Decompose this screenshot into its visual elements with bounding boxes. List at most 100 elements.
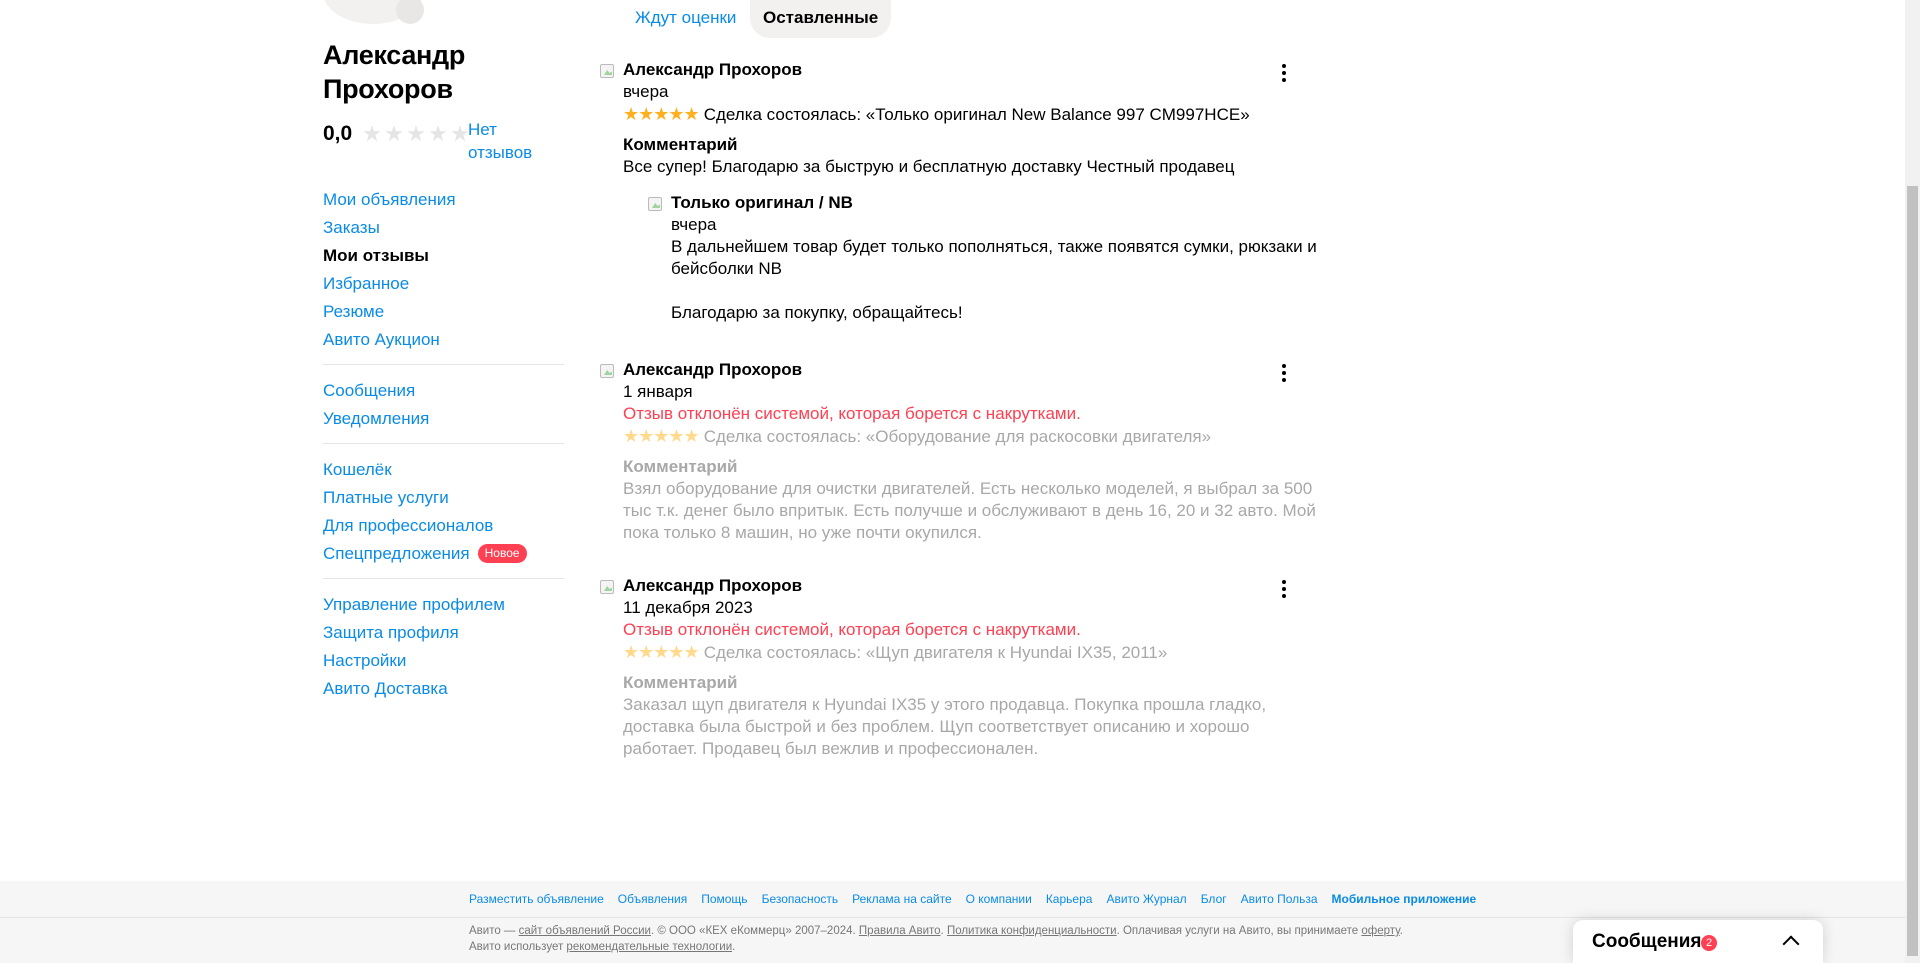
footer-link[interactable]: Объявления — [618, 892, 687, 906]
sidebar-item[interactable]: Мои отзывы — [323, 242, 564, 270]
messenger-unread-badge: 2 — [1701, 935, 1717, 951]
deal-row: ★★★★★ Сделка состоялась: «Щуп двигателя к… — [623, 641, 1318, 664]
deal-title[interactable]: Сделка состоялась: «Оборудование для рас… — [704, 427, 1211, 446]
sidebar-item[interactable]: Настройки — [323, 647, 564, 675]
new-badge: Новое — [477, 544, 527, 563]
sidebar-item[interactable]: Сообщения — [323, 377, 564, 405]
footer-link[interactable]: Разместить объявление — [469, 892, 604, 906]
review-content: ★★★★★ Сделка состоялась: «Оборудование дл… — [623, 425, 1318, 544]
review-date: 11 декабря 2023 — [623, 598, 753, 617]
footer-link[interactable]: Авито Польза — [1241, 892, 1318, 906]
reviewer-avatar[interactable] — [600, 64, 614, 78]
avatar-edit-icon[interactable] — [396, 0, 424, 24]
legal-link-rules[interactable]: Правила Авито — [859, 925, 941, 937]
review-author[interactable]: Александр Прохоров — [623, 359, 1318, 381]
sidebar-group: Кошелёк Платные услуги Для профессионалов С… — [323, 456, 564, 579]
more-options-icon[interactable] — [1276, 579, 1292, 599]
sidebar-item[interactable]: Спецпредложения Новое — [323, 540, 564, 568]
review-content: ★★★★★ Сделка состоялась: «Только оригинал… — [623, 103, 1318, 178]
footer-legal: Авито — сайт объявлений России. © ООО «К… — [469, 923, 1429, 955]
seller-avatar[interactable] — [648, 197, 662, 211]
sidebar-item[interactable]: Уведомления — [323, 405, 564, 433]
sidebar-item[interactable]: Кошелёк — [323, 456, 564, 484]
footer-link[interactable]: Блог — [1201, 892, 1227, 906]
deal-title[interactable]: Сделка состоялась: «Только оригинал New … — [704, 105, 1250, 124]
reply-author[interactable]: Только оригинал / NB — [671, 192, 1318, 214]
profile-name: Александр Прохоров — [323, 40, 466, 104]
sidebar-item-label: Мои объявления — [323, 190, 456, 209]
deal-row: ★★★★★ Сделка состоялась: «Только оригинал… — [623, 103, 1318, 126]
sidebar-item-label: Защита профиля — [323, 623, 459, 642]
sidebar-item-label: Настройки — [323, 651, 407, 670]
sidebar-item-label: Для профессионалов — [323, 516, 494, 535]
footer-link[interactable]: Карьера — [1046, 892, 1093, 906]
footer-link[interactable]: Мобильное приложение — [1332, 892, 1477, 906]
sidebar-item[interactable]: Для профессионалов — [323, 512, 564, 540]
tab-left[interactable]: Оставленные — [750, 0, 892, 38]
review-stars: ★★★★★ — [623, 642, 700, 662]
comment-text: Все супер! Благодарю за быструю и беспла… — [623, 157, 1235, 176]
sidebar-item-label: Сообщения — [323, 381, 416, 400]
sidebar-item[interactable]: Заказы — [323, 214, 564, 242]
legal-link-privacy[interactable]: Политика конфиденциальности — [947, 925, 1117, 937]
footer-link[interactable]: Реклама на сайте — [852, 892, 952, 906]
sidebar-item[interactable]: Авито Доставка — [323, 675, 564, 703]
sidebar-item-label: Платные услуги — [323, 488, 449, 507]
page-scrollbar[interactable] — [1905, 0, 1920, 963]
sidebar-menu: Мои объявления Заказы Мои отзывы Избранное Р… — [323, 186, 564, 725]
footer-link[interactable]: О компании — [966, 892, 1032, 906]
sidebar-group: Мои объявления Заказы Мои отзывы Избранное Р… — [323, 186, 564, 365]
review-date: вчера — [623, 82, 669, 101]
deal-row: ★★★★★ Сделка состоялась: «Оборудование дл… — [623, 425, 1318, 448]
review-author[interactable]: Александр Прохоров — [623, 575, 1318, 597]
seller-reply: Только оригинал / NB вчера В дальнейшем то… — [648, 192, 1318, 324]
sidebar-item[interactable]: Платные услуги — [323, 484, 564, 512]
legal-link-offer[interactable]: оферту — [1361, 925, 1399, 937]
footer-link[interactable]: Помощь — [701, 892, 747, 906]
sidebar-item-label: Авито Аукцион — [323, 330, 440, 349]
legal-link-recommendations[interactable]: рекомендательные технологии — [566, 941, 732, 953]
review-rejected-notice: Отзыв отклонён системой, которая борется… — [623, 620, 1081, 639]
review-item: Александр Прохоров 11 декабря 2023 Отзыв о… — [598, 575, 1318, 760]
sidebar-item-label: Авито Доставка — [323, 679, 448, 698]
sidebar-item[interactable]: Защита профиля — [323, 619, 564, 647]
review-rejected-notice: Отзыв отклонён системой, которая борется… — [623, 404, 1081, 423]
messenger-widget[interactable]: Сообщения 2 — [1573, 920, 1823, 963]
profile-rating: 0,0 ★ ★ ★ ★ ★ Нет отзывов — [323, 118, 563, 168]
reviewer-avatar[interactable] — [600, 364, 614, 378]
no-reviews-link[interactable]: Нет отзывов — [468, 118, 548, 164]
footer-link[interactable]: Безопасность — [762, 892, 839, 906]
review-body: Александр Прохоров 1 января Отзыв отклонён… — [623, 359, 1318, 544]
sidebar-item-label: Спецпредложения — [323, 544, 470, 563]
review-date: 1 января — [623, 382, 693, 401]
chevron-up-icon[interactable] — [1782, 935, 1800, 953]
comment-title: Комментарий — [623, 457, 738, 476]
comment-text: Взял оборудование для очистки двигателей… — [623, 479, 1316, 542]
sidebar-item[interactable]: Управление профилем — [323, 591, 564, 619]
star-icon: ★ — [384, 121, 404, 146]
sidebar-item[interactable]: Авито Аукцион — [323, 326, 564, 354]
reply-text: В дальнейшем товар будет только пополнят… — [671, 237, 1317, 322]
star-icon: ★ — [428, 121, 448, 146]
sidebar-item-label: Резюме — [323, 302, 385, 321]
sidebar-item[interactable]: Избранное — [323, 270, 564, 298]
legal-link-classifieds[interactable]: сайт объявлений России — [519, 925, 651, 937]
rating-stars: ★ ★ ★ ★ ★ — [361, 122, 471, 146]
rating-value: 0,0 — [323, 122, 353, 145]
review-author[interactable]: Александр Прохоров — [623, 59, 1318, 81]
sidebar-item[interactable]: Мои объявления — [323, 186, 564, 214]
review-stars: ★★★★★ — [623, 426, 700, 446]
reply-body: Только оригинал / NB вчера В дальнейшем то… — [671, 192, 1318, 324]
reviewer-avatar[interactable] — [600, 580, 614, 594]
sidebar-item-label: Заказы — [323, 218, 380, 237]
deal-title[interactable]: Сделка состоялась: «Щуп двигателя к Hyun… — [704, 643, 1168, 662]
footer-link[interactable]: Авито Журнал — [1106, 892, 1186, 906]
tab-awaiting[interactable]: Ждут оценки — [622, 0, 749, 38]
legal-text: Авито — — [469, 925, 519, 937]
reply-date: вчера — [671, 215, 717, 234]
sidebar-item[interactable]: Резюме — [323, 298, 564, 326]
more-options-icon[interactable] — [1276, 63, 1292, 83]
review-item: Александр Прохоров вчера ★★★★★ Сделка состо… — [598, 59, 1318, 324]
scrollbar-thumb[interactable] — [1907, 186, 1918, 956]
more-options-icon[interactable] — [1276, 363, 1292, 383]
